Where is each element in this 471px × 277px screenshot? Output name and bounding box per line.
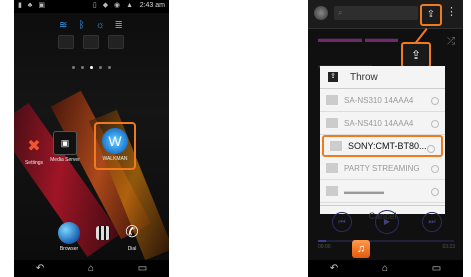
radio-button[interactable] <box>431 188 439 196</box>
recent-apps-icon[interactable]: ▭ <box>138 263 147 274</box>
progress-fill <box>318 240 327 242</box>
page-dot <box>99 66 102 69</box>
notification-icons: ▮ ♣ ▣ <box>18 2 47 9</box>
playback-controls: ⏮ ▶ ⏭ <box>332 210 442 234</box>
total-time: 03:23 <box>442 244 455 250</box>
browser-label: Browser <box>59 246 79 252</box>
widget-tile <box>82 35 99 49</box>
walkman-app[interactable]: W WALKMAN <box>94 122 136 170</box>
walkman-icon: W <box>102 128 128 154</box>
speaker-icon <box>326 163 338 173</box>
device-item[interactable]: SA-NS310 14AAA4 <box>320 89 445 112</box>
walkman-player-screen: ⌕ ⇪ ⋮ ▬▬▬▬ ▬▬▬ ▬▬▬▬▬▬ ⤮ ⇪ ⇪ Throw SA-NS3… <box>308 0 463 277</box>
device-item-selected[interactable]: SONY:CMT-BT80... <box>322 135 443 157</box>
media-server-app[interactable]: ▣ Media Server <box>50 131 80 163</box>
home-screen: ▮ ♣ ▣ ▯ ◆ ◉ ▲ 2:43 am ≋ ᛒ ☼ ≣ ✖ Settings… <box>14 0 169 277</box>
music-icon[interactable]: ♫ <box>352 240 370 258</box>
status-bar: ▮ ♣ ▣ ▯ ◆ ◉ ▲ 2:43 am <box>14 0 169 13</box>
page-dot <box>72 66 75 69</box>
background-track-title: ▬▬▬▬ ▬▬▬ <box>318 33 399 45</box>
page-dot <box>81 66 84 69</box>
page-indicator <box>72 66 111 69</box>
home-icon[interactable]: ⌂ <box>88 263 94 274</box>
widget-tile <box>58 35 75 49</box>
dialog-header: ⇪ Throw <box>320 66 445 89</box>
throw-icon: ⇪ <box>328 72 338 82</box>
device-name-blurred: ▬▬▬▬▬ <box>344 186 384 196</box>
speaker-icon <box>326 118 338 128</box>
next-icon[interactable]: ⏭ <box>422 212 442 232</box>
nav-bar: ↶ ⌂ ▭ <box>308 260 463 277</box>
radio-button[interactable] <box>427 145 435 153</box>
settings-icon: ✖ <box>27 138 41 155</box>
data-icon[interactable]: ≣ <box>113 20 125 32</box>
widget-tile <box>107 35 124 49</box>
dial-app[interactable]: ✆ Dial <box>117 222 147 252</box>
settings-app[interactable]: ✖ Settings <box>19 136 49 166</box>
radio-button[interactable] <box>431 97 439 105</box>
browser-app[interactable]: Browser <box>54 222 84 252</box>
browser-icon <box>58 222 80 244</box>
media-server-icon: ▣ <box>53 131 77 155</box>
speaker-icon <box>326 95 338 105</box>
nav-bar: ↶ ⌂ ▭ <box>14 260 169 277</box>
signal-icons: ▯ ◆ ◉ ▲ <box>92 2 135 9</box>
device-name: PARTY STREAMING <box>344 163 420 173</box>
previous-icon[interactable]: ⏮ <box>332 212 352 232</box>
speaker-icon <box>326 186 338 196</box>
home-icon[interactable]: ⌂ <box>382 263 388 274</box>
search-input[interactable]: ⌕ <box>334 6 418 20</box>
device-name: SONY:CMT-BT80... <box>348 141 427 151</box>
throw-icon-zoomed: ⇪ <box>401 42 431 68</box>
app-drawer[interactable] <box>88 226 118 240</box>
quick-settings-widget: ≋ ᛒ ☼ ≣ <box>54 20 128 64</box>
device-name: SA-NS410 14AAA4 <box>344 118 414 128</box>
app-drawer-icon <box>96 226 110 240</box>
elapsed-time: 00:00 <box>318 244 331 250</box>
radio-button[interactable] <box>431 165 439 173</box>
status-time: 2:43 am <box>139 2 165 9</box>
progress-bar[interactable] <box>318 240 454 242</box>
page-dot <box>108 66 111 69</box>
settings-label: Settings <box>24 160 44 166</box>
media-server-label: Media Server <box>50 157 80 163</box>
dialog-title: Throw <box>350 71 378 83</box>
walkman-logo-icon <box>314 6 328 20</box>
device-item[interactable]: SA-NS410 14AAA4 <box>320 112 445 135</box>
overflow-menu-icon[interactable]: ⋮ <box>446 5 457 18</box>
dial-label: Dial <box>127 246 137 252</box>
device-item[interactable]: PARTY STREAMING <box>320 157 445 180</box>
shuffle-icon[interactable]: ⤮ <box>447 36 455 47</box>
bluetooth-icon[interactable]: ᛒ <box>76 20 88 32</box>
device-name: SA-NS310 14AAA4 <box>344 95 414 105</box>
walkman-label: WALKMAN <box>102 156 128 162</box>
app-bar: ⌕ ⇪ ⋮ <box>308 0 463 29</box>
throw-button[interactable]: ⇪ <box>420 4 442 26</box>
speaker-icon <box>330 141 342 151</box>
wifi-icon[interactable]: ≋ <box>57 20 69 32</box>
radio-button[interactable] <box>431 120 439 128</box>
play-icon[interactable]: ▶ <box>375 210 399 234</box>
phone-icon: ✆ <box>125 224 139 241</box>
brightness-icon[interactable]: ☼ <box>94 20 106 32</box>
throw-dialog: ⇪ Throw SA-NS310 14AAA4 SA-NS410 14AAA4 … <box>320 66 445 221</box>
back-icon[interactable]: ↶ <box>330 263 338 274</box>
recent-apps-icon[interactable]: ▭ <box>432 263 441 274</box>
back-icon[interactable]: ↶ <box>36 263 44 274</box>
device-item[interactable]: ▬▬▬▬▬ <box>320 180 445 203</box>
page-dot-active <box>90 66 93 69</box>
